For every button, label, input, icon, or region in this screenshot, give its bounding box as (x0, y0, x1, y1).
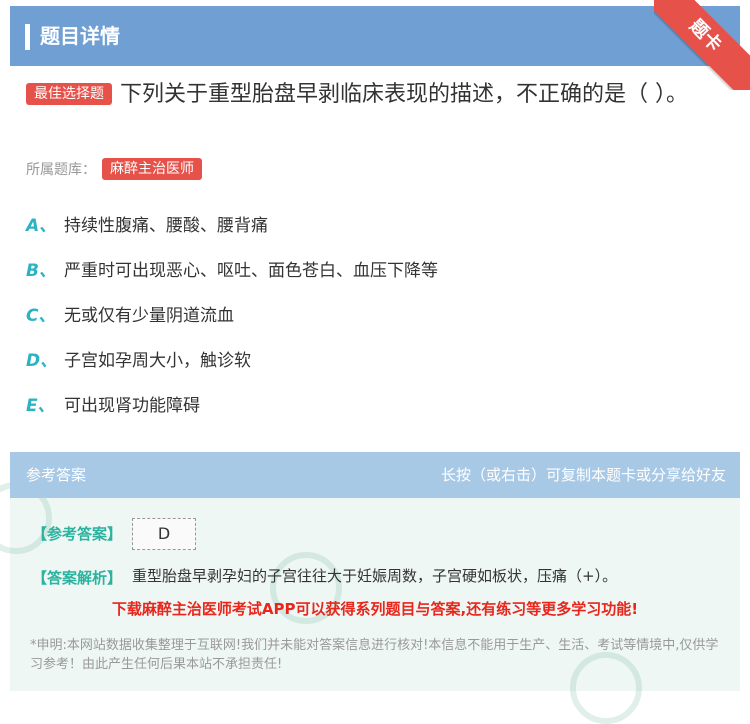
option-text: 无或仅有少量阴道流血 (64, 306, 234, 326)
app-promo-link[interactable]: 下载麻醉主治医师考试APP可以获得系列题目与答案,还有练习等更多学习功能! (10, 598, 740, 619)
option-a[interactable]: A、 持续性腹痛、腰酸、腰背痛 (26, 213, 268, 239)
question-type-badge: 最佳选择题 (26, 83, 112, 105)
bank-label: 所属题库： (26, 162, 96, 178)
option-text: 持续性腹痛、腰酸、腰背痛 (64, 216, 268, 236)
question-stem: 最佳选择题 下列关于重型胎盘早剥临床表现的描述，不正确的是（ ）。 (26, 78, 716, 112)
option-text: 严重时可出现恶心、呕吐、面色苍白、血压下降等 (64, 261, 438, 281)
page-header: 题目详情 (10, 6, 740, 66)
option-letter: B、 (26, 261, 56, 281)
option-letter: D、 (26, 351, 58, 371)
answer-header: 参考答案 长按（或右击）可复制本题卡或分享给好友 (10, 452, 740, 498)
disclaimer: *申明:本网站数据收集整理于互联网!我们并未能对答案信息进行核对!本信息不能用于… (30, 638, 719, 672)
question-bank: 所属题库： 麻醉主治医师 (26, 157, 202, 183)
option-text: 子宫如孕周大小，触诊软 (64, 351, 251, 371)
option-d[interactable]: D、 子宫如孕周大小，触诊软 (26, 348, 251, 374)
answer-section-title: 参考答案 (26, 466, 87, 484)
header-accent-bar (25, 24, 30, 50)
share-hint: 长按（或右击）可复制本题卡或分享给好友 (440, 466, 726, 484)
page-title: 题目详情 (40, 24, 120, 48)
ribbon-label: 题卡 (654, 0, 750, 90)
option-c[interactable]: C、 无或仅有少量阴道流血 (26, 303, 234, 329)
option-letter: C、 (26, 306, 56, 326)
option-e[interactable]: E、 可出现肾功能障碍 (26, 393, 200, 419)
reference-answer-value: D (132, 518, 196, 550)
bank-tag[interactable]: 麻醉主治医师 (102, 158, 202, 180)
option-b[interactable]: B、 严重时可出现恶心、呕吐、面色苍白、血压下降等 (26, 258, 438, 284)
answer-panel: 参考答案 长按（或右击）可复制本题卡或分享给好友 【参考答案】 D 【答案解析】… (0, 452, 740, 724)
question-text: 下列关于重型胎盘早剥临床表现的描述，不正确的是（ ）。 (120, 82, 688, 107)
corner-ribbon: 题卡 (654, 0, 750, 90)
option-letter: E、 (26, 396, 55, 416)
reference-answer-label: 【参考答案】 (32, 525, 123, 543)
option-text: 可出现肾功能障碍 (64, 396, 200, 416)
analysis-label: 【答案解析】 (32, 569, 123, 587)
option-letter: A、 (26, 216, 57, 236)
analysis-text: 重型胎盘早剥孕妇的子宫往往大于妊娠周数，子宫硬如板状，压痛（+）。 (132, 567, 618, 585)
